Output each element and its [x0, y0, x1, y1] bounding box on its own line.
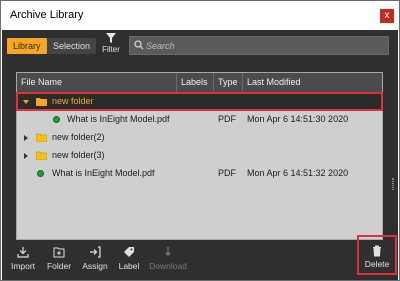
assign-label: Assign	[82, 261, 108, 271]
row-file-name: new folder(3)	[52, 150, 105, 160]
download-label: Download	[149, 261, 187, 271]
tab-selection[interactable]: Selection	[47, 38, 97, 54]
row-file-name: What is InEight Model.pdf	[67, 114, 170, 124]
column-header-labels[interactable]: Labels	[177, 73, 214, 92]
row-last-modified: Mon Apr 6 14:51:32 2020	[247, 168, 349, 178]
column-header-last-modified[interactable]: Last Modified	[243, 73, 382, 92]
row-file-name: What is InEight Model.pdf	[52, 168, 155, 178]
new-folder-icon	[53, 247, 65, 258]
bottom-toolbar: Import Folder Assign Label Download	[2, 240, 398, 280]
row-type: PDF	[218, 168, 236, 178]
import-label: Import	[10, 261, 36, 271]
table-row[interactable]: new folder(3)	[17, 147, 382, 164]
download-button[interactable]: Download	[147, 246, 189, 271]
close-button[interactable]: x	[380, 9, 394, 23]
window-title: Archive Library	[10, 9, 84, 21]
filter-icon	[106, 33, 116, 43]
import-button[interactable]: Import	[10, 246, 36, 271]
top-toolbar: Library Selection Filter	[2, 30, 398, 62]
label-button[interactable]: Label	[116, 246, 142, 271]
import-icon	[17, 247, 29, 258]
table-row[interactable]: What is InEight Model.pdf PDF Mon Apr 6 …	[17, 111, 382, 128]
label-label: Label	[118, 261, 140, 271]
folder-button[interactable]: Folder	[45, 246, 73, 271]
status-dot-icon	[37, 170, 44, 177]
table-row[interactable]: What is InEight Model.pdf PDF Mon Apr 6 …	[17, 165, 382, 182]
tag-icon	[124, 247, 134, 257]
folder-icon	[36, 133, 47, 142]
folder-icon	[36, 151, 47, 160]
expand-right-icon[interactable]	[22, 134, 30, 142]
folder-label: Folder	[46, 261, 72, 271]
expand-right-icon[interactable]	[22, 152, 30, 160]
assign-icon	[90, 246, 101, 258]
folder-icon	[36, 98, 47, 106]
dialog-body: Library Selection Filter File Name Label…	[2, 30, 398, 280]
column-header-file-name[interactable]: File Name	[17, 73, 177, 92]
table-row[interactable]: new folder(2)	[17, 129, 382, 146]
delete-button[interactable]: Delete	[357, 235, 397, 275]
column-header-type[interactable]: Type	[214, 73, 243, 92]
table-header: File Name Labels Type Last Modified	[17, 73, 382, 92]
row-last-modified: Mon Apr 6 14:51:30 2020	[247, 114, 349, 124]
row-file-name: new folder(2)	[52, 132, 105, 142]
delete-label: Delete	[364, 259, 390, 269]
trash-icon	[373, 245, 381, 257]
search-icon	[134, 40, 144, 50]
tab-library[interactable]: Library	[7, 38, 47, 54]
row-type: PDF	[218, 114, 236, 124]
resize-grip[interactable]	[392, 178, 394, 190]
archive-library-window: Archive Library x Library Selection Filt…	[0, 0, 400, 281]
row-file-name: new folder	[52, 96, 94, 106]
search-box[interactable]	[129, 36, 389, 55]
title-bar: Archive Library x	[1, 1, 399, 30]
search-input[interactable]	[146, 39, 382, 52]
download-icon	[165, 247, 171, 256]
file-table: File Name Labels Type Last Modified new …	[16, 72, 383, 240]
filter-label: Filter	[102, 45, 120, 54]
table-row[interactable]: new folder	[16, 92, 383, 111]
status-dot-icon	[53, 116, 60, 123]
assign-button[interactable]: Assign	[81, 246, 109, 271]
filter-button[interactable]: Filter	[99, 32, 123, 60]
expand-down-icon[interactable]	[22, 98, 30, 106]
